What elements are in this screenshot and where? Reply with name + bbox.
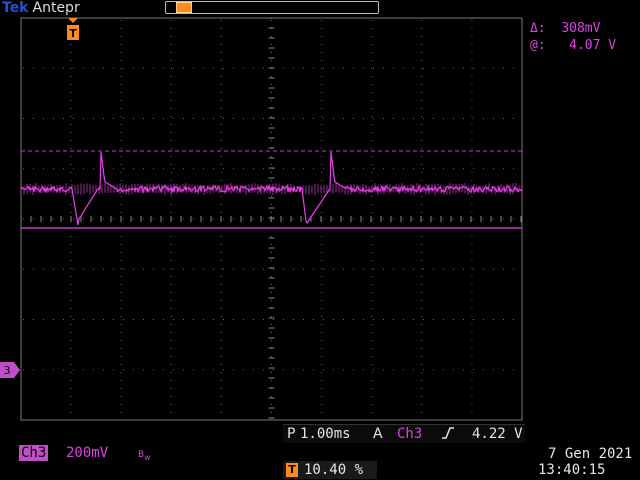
trigger-position-icon[interactable]: T <box>66 18 80 42</box>
record-length-bar <box>165 1 379 14</box>
timebase-prefix: P <box>287 426 296 442</box>
date-readout: 7 Gen 2021 <box>548 446 633 462</box>
at-value: 4.07 V <box>569 38 617 53</box>
horizontal-position-icon: T <box>286 463 298 477</box>
channel-marker-label: 3 <box>4 364 11 377</box>
brand-header: Tek Antepr <box>2 0 80 16</box>
trigger-source[interactable]: Ch3 <box>397 426 422 442</box>
brand-logo: Tek <box>2 0 29 16</box>
channel-scale: 200mV <box>66 445 109 461</box>
horizontal-position-value[interactable]: 10.40 % <box>304 462 363 478</box>
graticule-grid <box>20 17 522 419</box>
record-view-window[interactable] <box>176 2 192 13</box>
time-readout: 13:40:15 <box>538 462 606 478</box>
rising-edge-icon <box>442 427 454 439</box>
trigger-mode: A <box>373 426 383 442</box>
channel-ground-marker[interactable]: 3 <box>0 362 20 378</box>
svg-text:T: T <box>69 27 77 40</box>
delta-label: Δ: <box>530 21 546 36</box>
channel-label[interactable]: Ch3 <box>19 445 49 461</box>
bandwidth-limit-icon: Bw <box>138 450 151 462</box>
acquisition-mode: Antepr <box>32 0 80 16</box>
at-label: @: <box>530 38 546 53</box>
delta-value: 308mV <box>561 21 601 36</box>
scope-display[interactable] <box>0 0 640 480</box>
cursor-readout: Δ: 308mV @: 4.07 V <box>530 20 616 54</box>
timebase-value[interactable]: 1.00ms <box>300 426 351 442</box>
trigger-level[interactable]: 4.22 V <box>472 426 523 442</box>
